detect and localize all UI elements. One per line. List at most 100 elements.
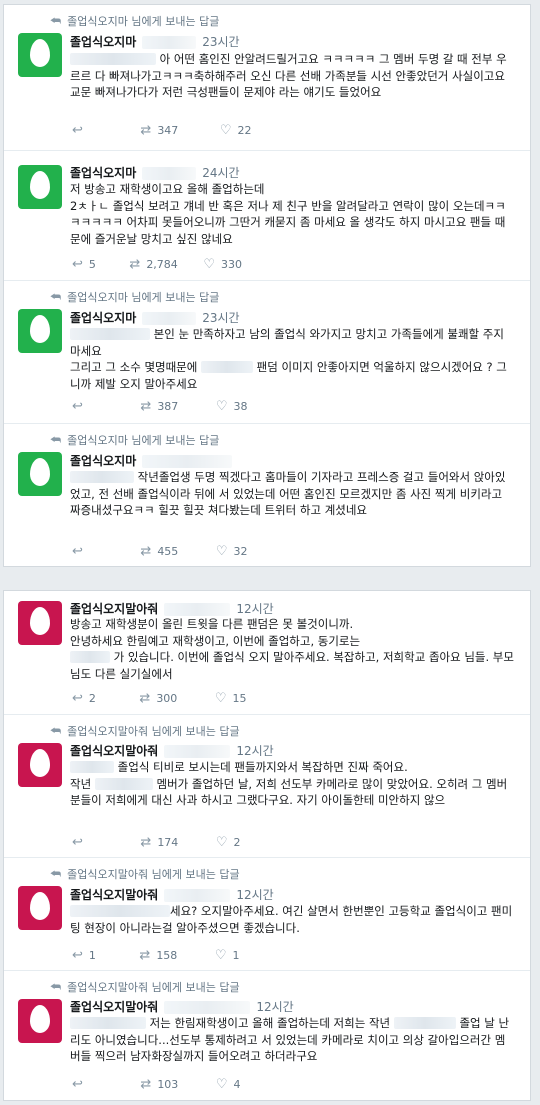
egg-icon [30, 315, 50, 343]
redacted-handle [164, 603, 231, 616]
retweet-button[interactable]: ⇄ 2,784 [129, 257, 177, 272]
tweet-header: 졸업식오지말아줘 12시간 [70, 600, 274, 617]
reply-button[interactable]: ↩ [72, 1077, 89, 1092]
timestamp[interactable]: 12시간 [236, 888, 273, 902]
display-name[interactable]: 졸업식오지마 [70, 311, 136, 325]
retweet-button[interactable]: ⇄ 347 [140, 123, 178, 138]
tweet-header: 졸업식오지말아줘 12시간 [70, 998, 294, 1015]
tweet[interactable]: ⮪ 졸업식오지마 님에게 보내는 답글 졸업식오지마 23시간 아 어떤 홈인진 안… [4, 5, 530, 150]
reply-button[interactable]: ↩ 1 [72, 948, 96, 963]
avatar[interactable] [18, 33, 62, 77]
reply-context[interactable]: ⮪ 졸업식오지마 님에게 보내는 답글 [50, 289, 219, 305]
display-name[interactable]: 졸업식오지말아줘 [70, 1000, 158, 1014]
redacted-text [201, 361, 254, 373]
reply-button[interactable]: ↩ [72, 399, 89, 414]
tweet[interactable]: 졸업식오지마 24시간 저 방송고 재학생이고요 올해 졸업하는데 2ㅊㅏㄴ 졸업… [4, 150, 530, 281]
avatar[interactable] [18, 886, 62, 930]
reply-icon: ↩ [72, 399, 83, 414]
tweet[interactable]: ⮪ 졸업식오지말아줘 님에게 보내는 답글 졸업식오지말아줘 12시간 저는 한림재… [4, 970, 530, 1101]
heart-icon: ♡ [214, 948, 227, 963]
reply-arrow-icon: ⮪ [50, 980, 62, 994]
egg-icon [30, 39, 50, 67]
like-button[interactable]: ♡ 1 [215, 948, 240, 963]
timestamp[interactable]: 24시간 [202, 166, 239, 180]
like-button[interactable]: ♡ 2 [216, 835, 241, 850]
redacted-text [393, 1017, 456, 1029]
display-name[interactable]: 졸업식오지마 [70, 166, 136, 180]
redacted-text [94, 777, 153, 790]
display-name[interactable]: 졸업식오지말아줘 [70, 888, 158, 902]
tweet[interactable]: ⮪ 졸업식오지마 님에게 보내는 답글 졸업식오지마 23시간 본인 눈 만족하자고… [4, 280, 530, 424]
reply-context[interactable]: ⮪ 졸업식오지말아줘 님에게 보내는 답글 [50, 723, 240, 739]
tweet-thread-1: ⮪ 졸업식오지마 님에게 보내는 답글 졸업식오지마 23시간 아 어떤 홈인진 안… [3, 4, 531, 567]
tweet-actions: ↩ 2 ⇄ 300 ♡ 15 [72, 691, 268, 706]
redacted-text [70, 1017, 146, 1029]
avatar[interactable] [18, 165, 62, 209]
reply-arrow-icon: ⮪ [50, 433, 62, 447]
redacted-text [70, 53, 156, 65]
tweet-header: 졸업식오지마 24시간 [70, 164, 240, 181]
egg-icon [30, 607, 50, 635]
tweet-text: 저는 한림재학생이고 올해 졸업하는데 저희는 작년 졸업 날 난리도 아니였습… [70, 1016, 510, 1063]
reply-context[interactable]: ⮪ 졸업식오지마 님에게 보내는 답글 [50, 432, 219, 448]
redacted-text [70, 651, 110, 663]
reply-context[interactable]: ⮪ 졸업식오지말아줘 님에게 보내는 답글 [50, 866, 240, 882]
egg-icon [30, 1005, 50, 1033]
timestamp[interactable]: 12시간 [236, 602, 273, 616]
avatar[interactable] [18, 999, 62, 1043]
reply-button[interactable]: ↩ 5 [72, 257, 96, 272]
reply-icon: ↩ [72, 257, 83, 272]
avatar[interactable] [18, 309, 62, 353]
tweet-text: 아 어떤 홈인진 안알려드릴거고요 ㅋㅋㅋㅋㅋ 그 멤버 두명 갈 때 전부 우… [70, 52, 507, 99]
retweet-icon: ⇄ [139, 691, 151, 706]
like-button[interactable]: ♡ 15 [215, 691, 247, 706]
retweet-button[interactable]: ⇄ 387 [140, 399, 178, 414]
like-button[interactable]: ♡ 38 [216, 399, 248, 414]
retweet-button[interactable]: ⇄ 103 [140, 1077, 178, 1092]
tweet-header: 졸업식오지마 [70, 452, 238, 469]
heart-icon: ♡ [219, 123, 232, 138]
tweet-actions: ↩ ⇄ 103 ♡ 4 [72, 1077, 262, 1092]
timestamp[interactable]: 23시간 [202, 311, 239, 325]
avatar[interactable] [18, 601, 62, 645]
display-name[interactable]: 졸업식오지마 [70, 454, 136, 468]
reply-icon: ↩ [72, 691, 83, 706]
retweet-button[interactable]: ⇄ 174 [140, 835, 178, 850]
avatar[interactable] [18, 452, 62, 496]
avatar[interactable] [18, 743, 62, 787]
reply-button[interactable]: ↩ 2 [72, 691, 96, 706]
tweet-text: 작년졸업생 두명 찍겠다고 홈마들이 기자라고 프레스증 걸고 들어와서 앉아있… [70, 470, 506, 517]
timestamp[interactable]: 12시간 [256, 1000, 293, 1014]
like-button[interactable]: ♡ 22 [220, 123, 252, 138]
tweet[interactable]: ⮪ 졸업식오지말아줘 님에게 보내는 답글 졸업식오지말아줘 12시간 세요? 오지… [4, 857, 530, 971]
display-name[interactable]: 졸업식오지말아줘 [70, 602, 158, 616]
retweet-button[interactable]: ⇄ 455 [140, 544, 178, 559]
display-name[interactable]: 졸업식오지말아줘 [70, 744, 158, 758]
tweet-text: 세요? 오지말아주세요. 여긴 살면서 한번뿐인 고등학교 졸업식이고 팬미팅 … [70, 904, 513, 935]
reply-arrow-icon: ⮪ [50, 290, 62, 304]
tweet-actions: ↩ ⇄ 387 ♡ 38 [72, 399, 269, 414]
redacted-handle [142, 312, 197, 325]
reply-button[interactable]: ↩ [72, 835, 89, 850]
retweet-button[interactable]: ⇄ 300 [139, 691, 177, 706]
heart-icon: ♡ [203, 257, 215, 272]
reply-button[interactable]: ↩ [72, 544, 89, 559]
like-button[interactable]: ♡ 330 [203, 257, 242, 272]
timestamp[interactable]: 23시간 [202, 35, 239, 49]
tweet[interactable]: ⮪ 졸업식오지마 님에게 보내는 답글 졸업식오지마 작년졸업생 두명 찍겠다고 … [4, 423, 530, 567]
display-name[interactable]: 졸업식오지마 [70, 35, 136, 49]
like-button[interactable]: ♡ 4 [216, 1077, 241, 1092]
reply-context[interactable]: ⮪ 졸업식오지말아줘 님에게 보내는 답글 [50, 979, 240, 995]
timestamp[interactable]: 12시간 [236, 744, 273, 758]
tweet[interactable]: 졸업식오지말아줘 12시간 방송고 재학생분이 올린 트윗을 다른 팬덤은 못 볼… [4, 591, 530, 714]
redacted-text [70, 328, 150, 340]
heart-icon: ♡ [215, 835, 228, 850]
retweet-icon: ⇄ [140, 544, 152, 559]
retweet-button[interactable]: ⇄ 158 [139, 948, 177, 963]
reply-context[interactable]: ⮪ 졸업식오지마 님에게 보내는 답글 [50, 13, 219, 29]
reply-arrow-icon: ⮪ [50, 867, 62, 881]
reply-button[interactable]: ↩ [72, 123, 89, 138]
tweet[interactable]: ⮪ 졸업식오지말아줘 님에게 보내는 답글 졸업식오지말아줘 12시간 졸업식 티비… [4, 714, 530, 858]
like-button[interactable]: ♡ 32 [216, 544, 248, 559]
retweet-icon: ⇄ [140, 123, 152, 138]
